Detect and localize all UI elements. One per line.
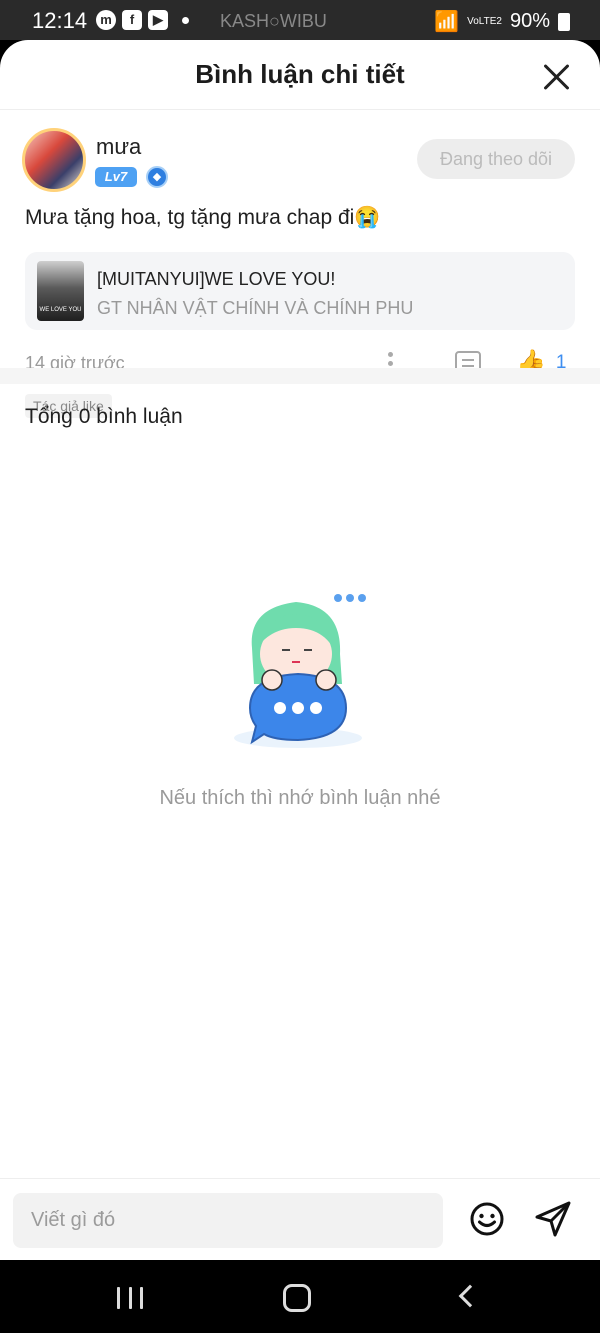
notification-dot-icon bbox=[182, 16, 189, 24]
status-time: 12:14 bbox=[32, 8, 88, 33]
send-icon[interactable] bbox=[534, 1200, 572, 1238]
system-nav-bar bbox=[0, 1260, 600, 1333]
username[interactable]: mưa bbox=[96, 134, 141, 160]
page-title: Bình luận chi tiết bbox=[195, 59, 405, 89]
network-label: VoLTE2 bbox=[467, 16, 502, 27]
post-thumbnail: WE LOVE YOU bbox=[37, 261, 84, 321]
empty-state-hint: Nếu thích thì nhớ bình luận nhé bbox=[159, 787, 441, 809]
recent-apps-icon[interactable] bbox=[117, 1287, 143, 1309]
comment-detail-sheet: Bình luận chi tiết mưa Lv7 ◆ Đang theo d… bbox=[0, 40, 600, 1260]
battery-level: 90% bbox=[509, 10, 550, 32]
status-right-icons: 📶 VoLTE2 90% bbox=[434, 9, 570, 34]
comment-text: Mưa tặng hoa, tg tặng mưa chap đi😭 bbox=[25, 206, 381, 229]
avatar[interactable] bbox=[22, 128, 86, 192]
total-comments-label: Tổng 0 bình luận bbox=[25, 405, 183, 428]
messenger-icon: m bbox=[96, 10, 116, 30]
youtube-icon: ▶ bbox=[148, 10, 168, 30]
empty-state-mascot-icon bbox=[234, 594, 366, 748]
referenced-post-card[interactable]: WE LOVE YOU [MUITANYUI]WE LOVE YOU! GT N… bbox=[25, 252, 575, 330]
comment-input-bar bbox=[0, 1178, 600, 1260]
status-bar: 12:14 m f ▶ KASH○WIBU 📶 VoLTE2 90% bbox=[0, 0, 600, 40]
emoji-icon[interactable] bbox=[469, 1201, 505, 1237]
notification-icons: m f ▶ bbox=[96, 10, 189, 30]
section-divider bbox=[0, 368, 600, 384]
thumbnail-text: WE LOVE YOU bbox=[39, 307, 82, 313]
close-icon[interactable] bbox=[542, 63, 570, 91]
home-icon[interactable] bbox=[283, 1284, 311, 1312]
comment-input[interactable] bbox=[13, 1193, 443, 1248]
facebook-icon: f bbox=[122, 10, 142, 30]
post-subtitle: GT NHÂN VẬT CHÍNH VÀ CHÍNH PHU bbox=[97, 298, 414, 318]
sheet-header: Bình luận chi tiết bbox=[0, 40, 600, 110]
rank-badge-icon: ◆ bbox=[146, 166, 168, 188]
back-icon[interactable] bbox=[458, 1284, 482, 1308]
battery-icon bbox=[558, 12, 570, 31]
signal-icon: 📶 bbox=[434, 11, 460, 33]
post-title: [MUITANYUI]WE LOVE YOU! bbox=[97, 269, 336, 289]
status-channel-text: KASH○WIBU bbox=[220, 11, 327, 31]
follow-button[interactable]: Đang theo dõi bbox=[417, 139, 575, 179]
level-badge: Lv7 bbox=[95, 167, 137, 187]
